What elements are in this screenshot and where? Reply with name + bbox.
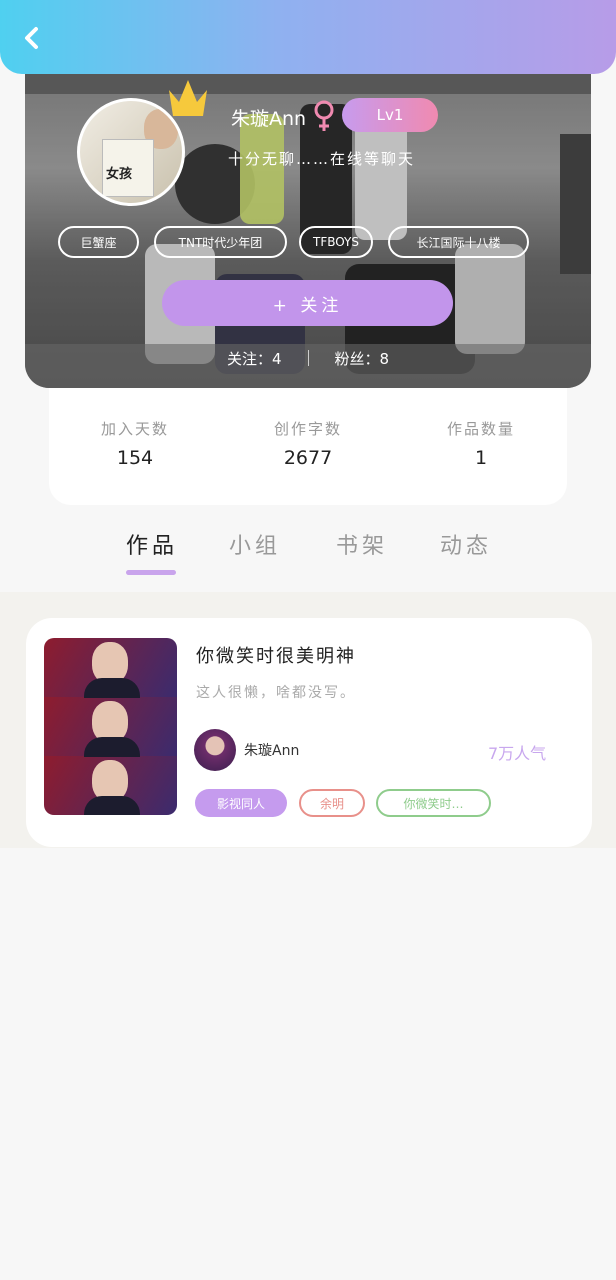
header-bar [0, 0, 616, 74]
user-name: 朱璇Ann [231, 108, 307, 130]
profile-tag[interactable]: 巨蟹座 [58, 226, 139, 258]
work-title[interactable]: 你微笑时很美明神 [196, 642, 356, 668]
tab-bookshelf[interactable]: 书架 [336, 528, 388, 560]
stat-label: 作品数量 [446, 420, 515, 438]
active-tab-indicator [126, 570, 176, 575]
fans-count[interactable]: 粉丝：8 [335, 348, 390, 369]
tab-bar: 作品 小组 书架 动态 [0, 520, 616, 580]
work-tag-chip[interactable]: 你微笑时… [376, 789, 491, 817]
crown-icon [169, 80, 207, 116]
profile-tag[interactable]: TFBOYS [299, 226, 373, 258]
stat-works-count: 作品数量 1 [421, 418, 541, 469]
tab-groups[interactable]: 小组 [229, 528, 281, 560]
profile-hero: 女孩 朱璇Ann Lv1 十分无聊……在线等聊天 巨蟹座 TNT时代少年团 TF… [25, 74, 591, 388]
level-badge: Lv1 [342, 98, 438, 132]
profile-tag[interactable]: 长江国际十八楼 [388, 226, 529, 258]
stat-word-count: 创作字数 2677 [248, 418, 368, 469]
female-icon [314, 100, 334, 131]
follow-counts: 关注：4 粉丝：8 [25, 346, 591, 370]
follow-button[interactable]: + 关注 [162, 280, 453, 326]
work-tag-chip[interactable]: 影视同人 [195, 789, 287, 817]
work-description: 这人很懒，啥都没写。 [196, 685, 356, 701]
stat-value: 1 [474, 447, 488, 469]
stat-label: 创作字数 [273, 420, 342, 438]
work-tag-chip[interactable]: 余明 [299, 789, 365, 817]
author-avatar[interactable] [194, 729, 236, 771]
profile-tag[interactable]: TNT时代少年团 [154, 226, 287, 258]
work-card[interactable]: 你微笑时很美明神 这人很懒，啥都没写。 朱璇Ann 7万人气 影视同人 余明 你… [26, 618, 592, 847]
user-bio: 十分无聊……在线等聊天 [228, 150, 416, 168]
tab-activity[interactable]: 动态 [440, 528, 492, 560]
work-cover-image[interactable] [44, 638, 177, 815]
popularity: 7万人气 [488, 744, 547, 763]
stat-join-days: 加入天数 154 [75, 418, 195, 469]
stat-value: 154 [116, 447, 154, 469]
author-name[interactable]: 朱璇Ann [244, 740, 299, 760]
stats-panel: 加入天数 154 创作字数 2677 作品数量 1 [49, 388, 567, 505]
stat-label: 加入天数 [100, 420, 169, 438]
divider [307, 350, 309, 366]
avatar-book-title: 女孩 [106, 167, 133, 182]
following-count[interactable]: 关注：4 [227, 348, 282, 369]
stat-value: 2677 [283, 447, 333, 469]
back-button[interactable] [14, 20, 50, 56]
tab-works[interactable]: 作品 [126, 528, 178, 560]
chevron-left-icon [25, 27, 38, 49]
